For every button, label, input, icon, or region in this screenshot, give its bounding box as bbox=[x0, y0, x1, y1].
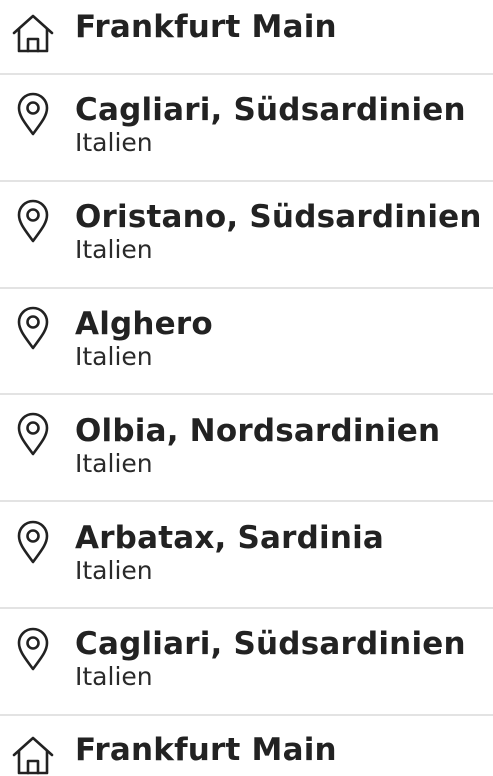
home-icon bbox=[10, 10, 56, 56]
location-pin-icon bbox=[10, 411, 56, 457]
location-pin-icon bbox=[10, 519, 56, 565]
list-item-home[interactable]: Frankfurt Main bbox=[0, 0, 493, 74]
list-item-location[interactable]: Arbatax, Sardinia Italien bbox=[0, 502, 493, 607]
list-item-location[interactable]: Cagliari, Südsardinien Italien bbox=[0, 75, 493, 181]
list-item-location[interactable]: Olbia, Nordsardinien Italien bbox=[0, 395, 493, 501]
item-subtitle: Italien bbox=[75, 556, 153, 585]
location-pin-icon bbox=[10, 91, 56, 137]
list-item-location[interactable]: Alghero Italien bbox=[0, 289, 493, 394]
home-icon bbox=[10, 732, 56, 776]
item-subtitle: Italien bbox=[75, 662, 153, 691]
item-title: Alghero bbox=[75, 306, 213, 342]
item-title: Frankfurt Main bbox=[75, 732, 337, 768]
item-subtitle: Italien bbox=[75, 235, 153, 264]
location-pin-icon bbox=[10, 198, 56, 244]
item-title: Oristano, Südsardinien bbox=[75, 199, 482, 235]
item-title: Cagliari, Südsardinien bbox=[75, 92, 466, 128]
item-title: Olbia, Nordsardinien bbox=[75, 413, 441, 449]
location-list: Frankfurt Main Cagliari, Südsardinien It… bbox=[0, 0, 493, 776]
list-item-location[interactable]: Cagliari, Südsardinien Italien bbox=[0, 609, 493, 714]
item-subtitle: Italien bbox=[75, 342, 153, 371]
item-subtitle: Italien bbox=[75, 128, 153, 157]
item-subtitle: Italien bbox=[75, 449, 153, 478]
location-pin-icon bbox=[10, 305, 56, 351]
location-pin-icon bbox=[10, 626, 56, 672]
item-title: Cagliari, Südsardinien bbox=[75, 626, 466, 662]
item-title: Arbatax, Sardinia bbox=[75, 520, 385, 556]
item-title: Frankfurt Main bbox=[75, 9, 337, 45]
list-item-home[interactable]: Frankfurt Main bbox=[0, 716, 493, 776]
list-item-location[interactable]: Oristano, Südsardinien Italien bbox=[0, 182, 493, 287]
